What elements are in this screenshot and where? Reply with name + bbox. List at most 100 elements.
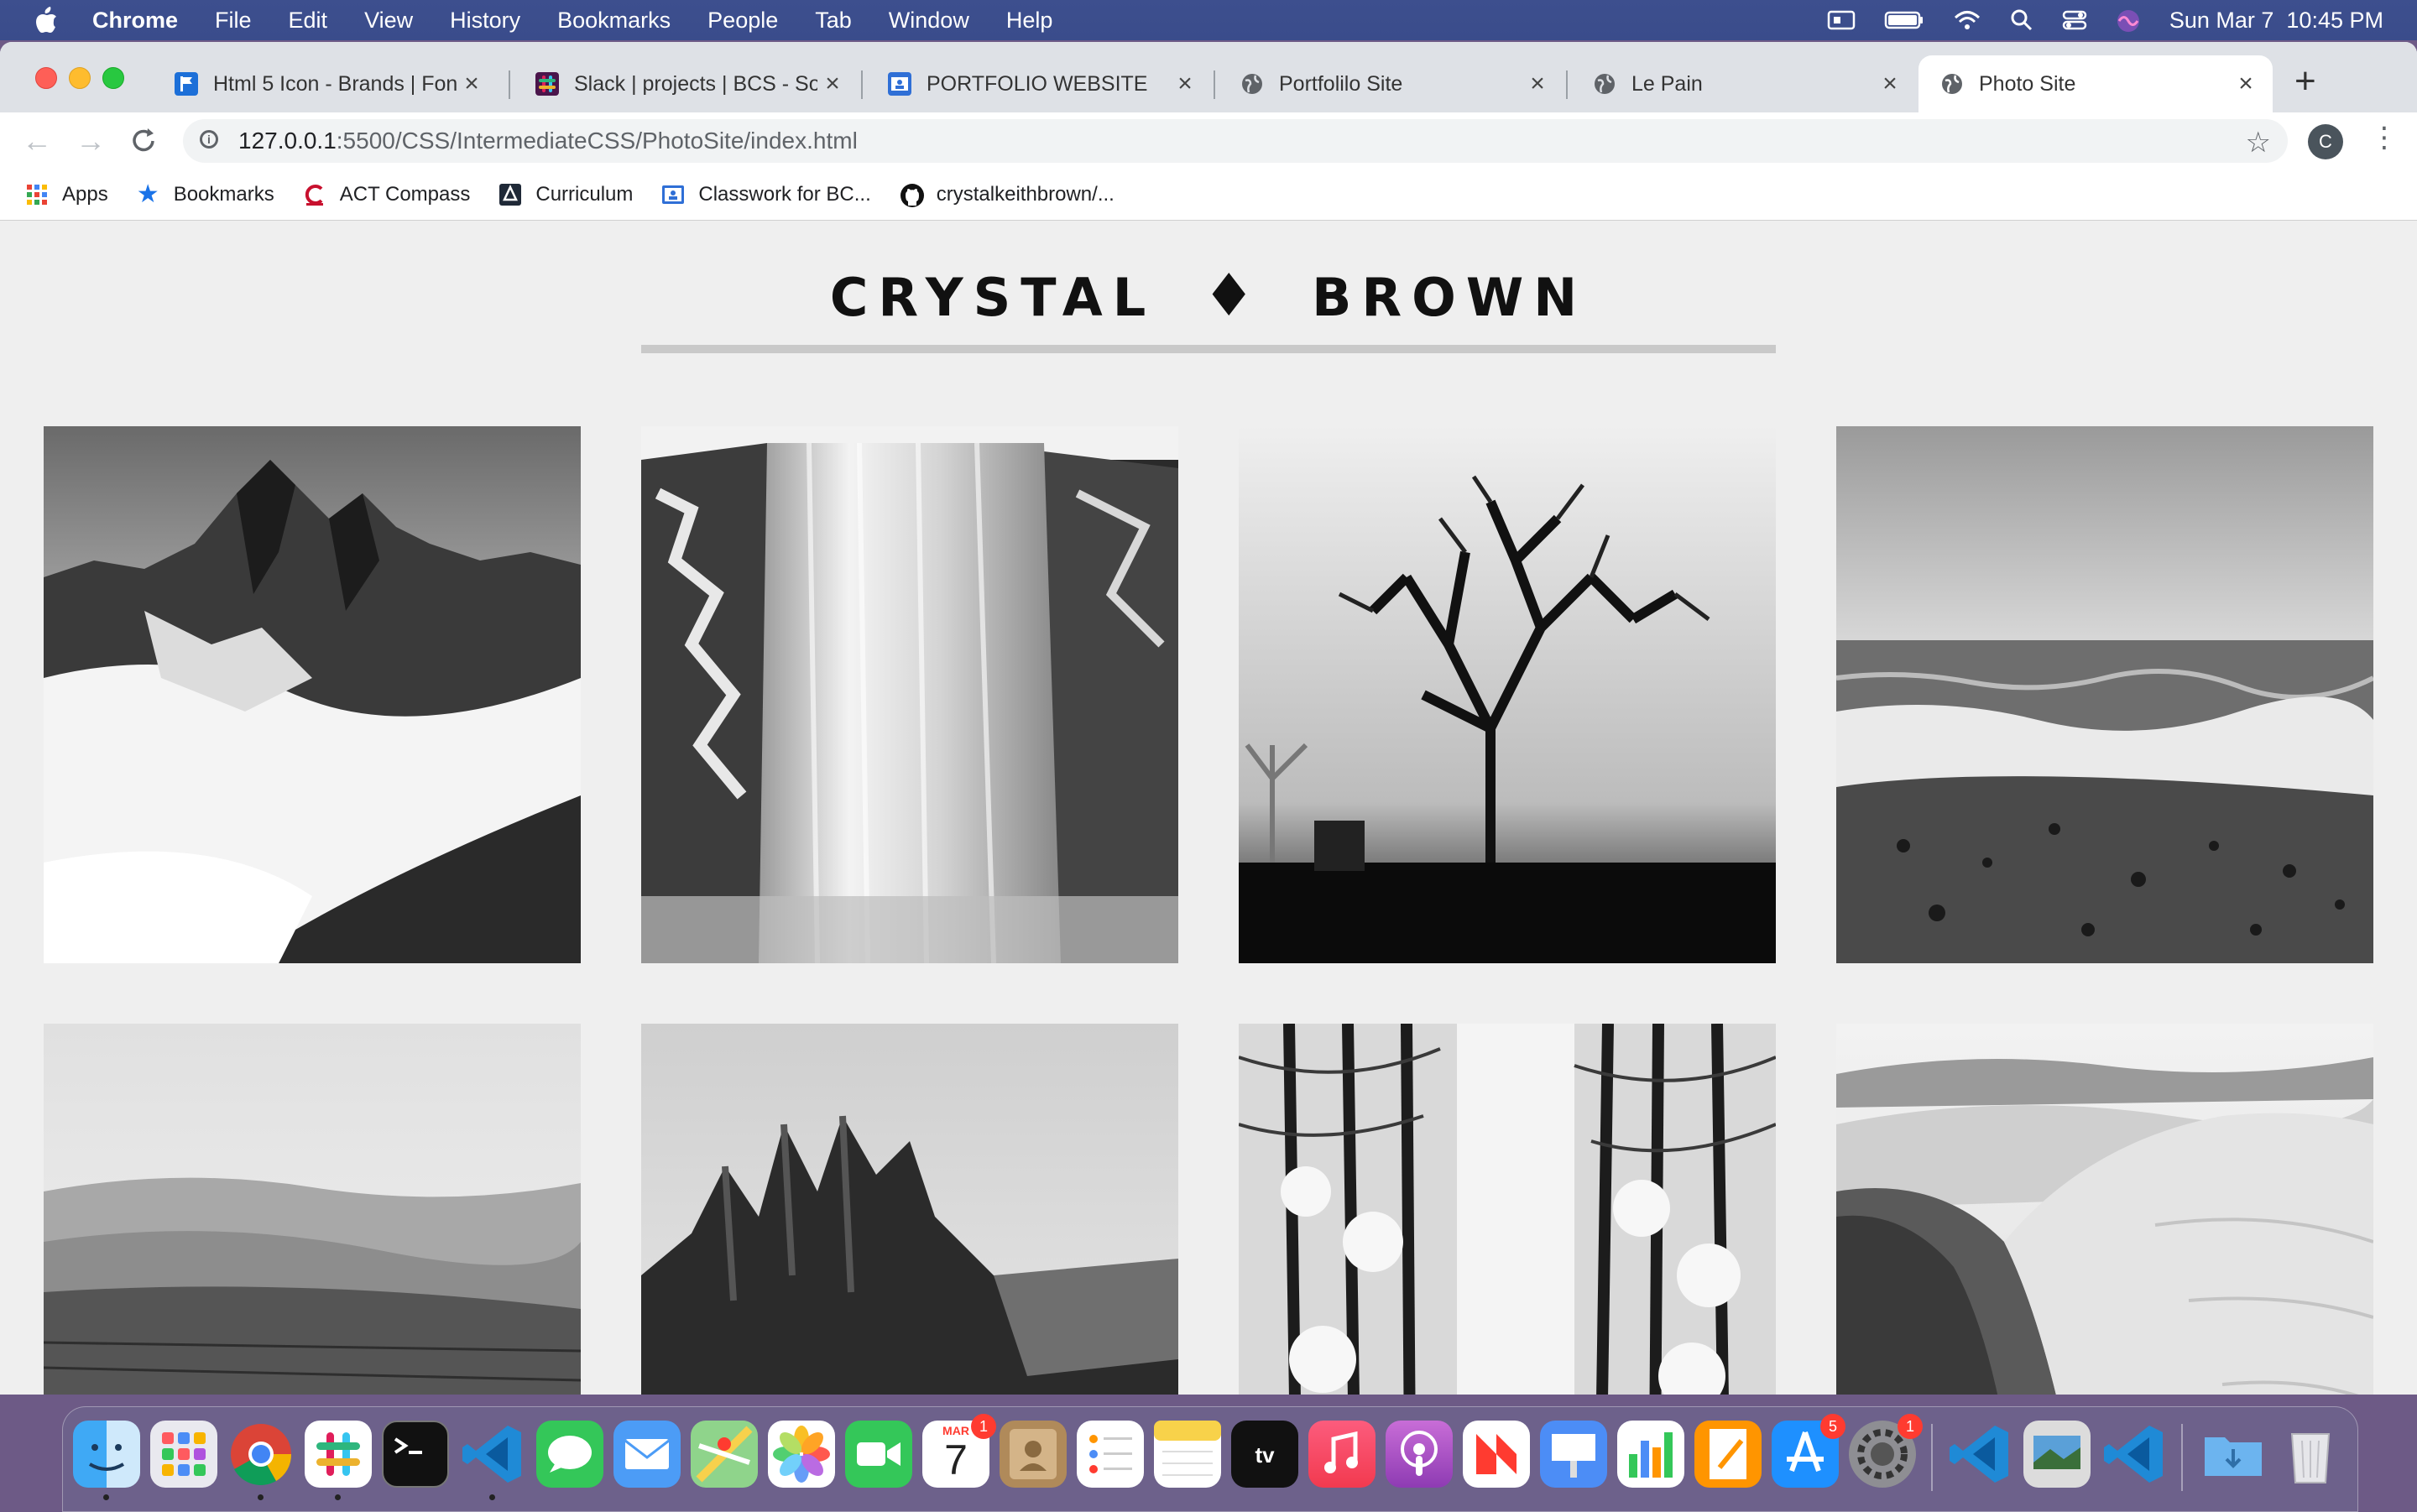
running-indicator (489, 1494, 495, 1500)
control-center-icon[interactable] (2062, 8, 2087, 32)
wifi-icon[interactable] (1953, 8, 1981, 32)
photo-farmland[interactable] (44, 1024, 581, 1395)
menu-people[interactable]: People (707, 8, 778, 34)
site-info-icon[interactable]: i (200, 130, 218, 149)
tab-title: Photo Site (1979, 71, 2076, 96)
slack-icon (535, 72, 559, 96)
chrome-menu-icon[interactable]: ⋮ (2370, 121, 2399, 154)
menu-help[interactable]: Help (1006, 8, 1053, 34)
terminal-icon[interactable] (382, 1421, 449, 1488)
close-tab-icon[interactable]: × (457, 70, 487, 98)
numbers-icon[interactable] (1617, 1421, 1684, 1488)
bookmark-curriculum[interactable]: Curriculum (499, 183, 633, 206)
maps-icon[interactable] (691, 1421, 758, 1488)
classroom-icon (661, 183, 685, 206)
close-tab-icon[interactable]: × (1875, 70, 1905, 98)
tab-title: Le Pain (1631, 71, 1703, 96)
profile-avatar[interactable]: C (2308, 124, 2343, 159)
zoom-window-button[interactable] (102, 67, 124, 89)
back-button[interactable]: ← (17, 121, 57, 161)
battery-icon[interactable] (1884, 8, 1924, 32)
site-title-first: CRYSTAL (829, 267, 1156, 328)
slack-icon[interactable] (305, 1421, 372, 1488)
photo-waterfall[interactable] (641, 426, 1178, 963)
photo-foggy-tree[interactable] (1239, 426, 1776, 963)
menu-file[interactable]: File (215, 8, 252, 34)
curriculum-icon (499, 183, 522, 206)
keynote-icon[interactable] (1540, 1421, 1607, 1488)
menu-view[interactable]: View (364, 8, 413, 34)
bookmark-bookmarks[interactable]: ★ Bookmarks (137, 182, 274, 207)
display-menu-icon[interactable] (1827, 8, 1856, 32)
bookmark-act-compass[interactable]: ACT Compass (303, 183, 470, 206)
close-tab-icon[interactable]: × (1170, 70, 1200, 98)
preview-icon[interactable] (2023, 1421, 2091, 1488)
photos-icon[interactable] (768, 1421, 835, 1488)
app-store-icon[interactable]: 5 (1772, 1414, 1845, 1488)
trash-icon[interactable] (2277, 1421, 2344, 1488)
globe-icon (1593, 72, 1616, 96)
tab-font-awesome[interactable]: Html 5 Icon - Brands | Font Awesome × (153, 55, 499, 112)
tab-slack[interactable]: Slack | projects | BCS - Software × (514, 55, 859, 112)
minimize-window-button[interactable] (69, 67, 91, 89)
close-tab-icon[interactable]: × (2231, 70, 2261, 98)
menu-edit[interactable]: Edit (289, 8, 328, 34)
apple-menu-icon[interactable] (34, 6, 59, 34)
mail-icon[interactable] (613, 1421, 681, 1488)
bookmark-star-icon[interactable]: ☆ (2246, 126, 2271, 159)
news-icon[interactable] (1463, 1421, 1530, 1488)
url-text[interactable]: 127.0.0.1:5500/CSS/IntermediateCSS/Photo… (238, 128, 858, 154)
page-viewport: CRYSTAL ♦ BROWN (0, 221, 2417, 1395)
chrome-icon[interactable] (227, 1421, 295, 1488)
tab-portfolilo-site[interactable]: Portfolilo Site × (1219, 55, 1564, 112)
music-icon[interactable] (1308, 1421, 1376, 1488)
tab-portfolio-website[interactable]: PORTFOLIO WEBSITE × (866, 55, 1212, 112)
messages-icon[interactable] (536, 1421, 603, 1488)
vscode-icon[interactable] (459, 1421, 526, 1488)
finder-icon[interactable] (73, 1421, 140, 1488)
photo-rocky-peaks[interactable] (641, 1024, 1178, 1395)
close-window-button[interactable] (35, 67, 57, 89)
vscode-icon[interactable] (1946, 1421, 2013, 1488)
photo-snowy-forest[interactable] (1239, 1024, 1776, 1395)
menu-history[interactable]: History (450, 8, 520, 34)
notes-icon[interactable] (1154, 1421, 1221, 1488)
photo-sand-dunes[interactable] (1836, 1024, 2373, 1395)
menu-window[interactable]: Window (889, 8, 969, 34)
url-host: 127.0.0.1 (238, 128, 337, 154)
reminders-icon[interactable] (1077, 1421, 1144, 1488)
new-tab-button[interactable]: + (2294, 60, 2316, 102)
menu-tab[interactable]: Tab (815, 8, 852, 34)
bookmark-classwork[interactable]: Classwork for BC... (661, 183, 871, 206)
reload-button[interactable] (124, 121, 164, 161)
bookmark-label: Classwork for BC... (698, 183, 871, 206)
calendar-icon[interactable]: MAR 7 1 (922, 1414, 996, 1488)
pages-icon[interactable] (1694, 1421, 1762, 1488)
siri-icon[interactable] (2116, 8, 2141, 32)
launchpad-icon[interactable] (150, 1421, 217, 1488)
bookmark-github[interactable]: crystalkeithbrown/... (900, 183, 1115, 207)
tab-title: Slack | projects | BCS - Software (574, 71, 817, 96)
menu-app-name[interactable]: Chrome (92, 8, 178, 34)
tab-le-pain[interactable]: Le Pain × (1571, 55, 1917, 112)
facetime-icon[interactable] (845, 1421, 912, 1488)
menu-bookmarks[interactable]: Bookmarks (557, 8, 671, 34)
bookmarks-bar: Apps ★ Bookmarks ACT Compass Curriculum … (0, 169, 2417, 221)
photo-ocean[interactable] (1836, 426, 2373, 963)
close-tab-icon[interactable]: × (817, 70, 848, 98)
system-preferences-icon[interactable]: 1 (1849, 1414, 1923, 1488)
podcasts-icon[interactable] (1386, 1421, 1453, 1488)
forward-button[interactable]: → (70, 121, 111, 161)
contacts-icon[interactable] (1000, 1421, 1067, 1488)
menubar-clock[interactable]: Sun Mar 7 10:45 PM (2169, 8, 2383, 34)
address-bar[interactable]: i 127.0.0.1:5500/CSS/IntermediateCSS/Pho… (183, 119, 2288, 163)
apple-tv-icon[interactable]: tv (1231, 1421, 1298, 1488)
tab-photo-site[interactable]: Photo Site × (1918, 55, 2273, 112)
downloads-folder-icon[interactable] (2200, 1421, 2267, 1488)
vscode-icon[interactable] (2101, 1421, 2168, 1488)
spotlight-search-icon[interactable] (2010, 8, 2033, 32)
photo-mountains[interactable] (44, 426, 581, 963)
close-tab-icon[interactable]: × (1522, 70, 1553, 98)
macos-dock: MAR 7 1 tv 5 1 (62, 1406, 2358, 1512)
bookmark-apps[interactable]: Apps (25, 183, 108, 206)
